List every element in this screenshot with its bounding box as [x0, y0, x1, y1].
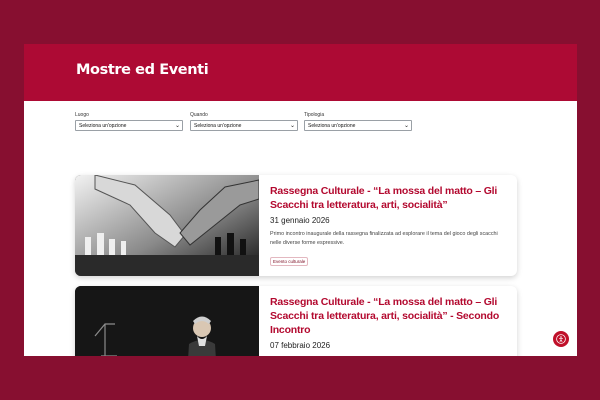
- event-card[interactable]: Rassegna Culturale - “La mossa del matto…: [75, 175, 517, 276]
- select-value: Seleziona un'opzione: [194, 123, 242, 129]
- event-title[interactable]: Rassegna Culturale - “La mossa del matto…: [270, 184, 507, 212]
- accessibility-icon: [556, 334, 566, 344]
- filter-label: Tipologia: [304, 112, 325, 118]
- filter-luogo: Luogo Seleziona un'opzione ⌄: [75, 112, 183, 131]
- select-value: Seleziona un'opzione: [79, 123, 127, 129]
- event-content: Rassegna Culturale - “La mossa del matto…: [270, 295, 507, 350]
- luogo-select[interactable]: Seleziona un'opzione ⌄: [75, 120, 183, 131]
- event-date: 07 febbraio 2026: [270, 341, 331, 350]
- quando-select[interactable]: Seleziona un'opzione ⌄: [190, 120, 298, 131]
- tipologia-select[interactable]: Seleziona un'opzione ⌄: [304, 120, 412, 131]
- page-header: Mostre ed Eventi: [24, 44, 577, 101]
- filter-label: Luogo: [75, 112, 89, 118]
- select-value: Seleziona un'opzione: [308, 123, 356, 129]
- filter-tipologia: Tipologia Seleziona un'opzione ⌄: [304, 112, 412, 131]
- event-date: 31 gennaio 2026: [270, 216, 330, 225]
- filter-quando: Quando Seleziona un'opzione ⌄: [190, 112, 298, 131]
- main-panel: Mostre ed Eventi Luogo Seleziona un'opzi…: [24, 44, 577, 356]
- event-description: Primo incontro inaugurale della rassegna…: [270, 231, 498, 246]
- chevron-down-icon: ⌄: [174, 123, 180, 129]
- event-card[interactable]: Rassegna Culturale - “La mossa del matto…: [75, 286, 517, 356]
- event-tag[interactable]: Evento culturale: [270, 257, 309, 266]
- event-content: Rassegna Culturale - “La mossa del matto…: [270, 184, 507, 268]
- man-playing-chess-image: [75, 286, 259, 356]
- chevron-down-icon: ⌄: [289, 123, 295, 129]
- event-image[interactable]: [75, 286, 259, 356]
- chevron-down-icon: ⌄: [403, 123, 409, 129]
- filter-label: Quando: [190, 112, 208, 118]
- event-title[interactable]: Rassegna Culturale - “La mossa del matto…: [270, 295, 507, 337]
- robot-hand-chess-image: [75, 175, 259, 276]
- accessibility-button[interactable]: [553, 331, 569, 347]
- event-image[interactable]: [75, 175, 259, 276]
- page-title: Mostre ed Eventi: [76, 62, 209, 78]
